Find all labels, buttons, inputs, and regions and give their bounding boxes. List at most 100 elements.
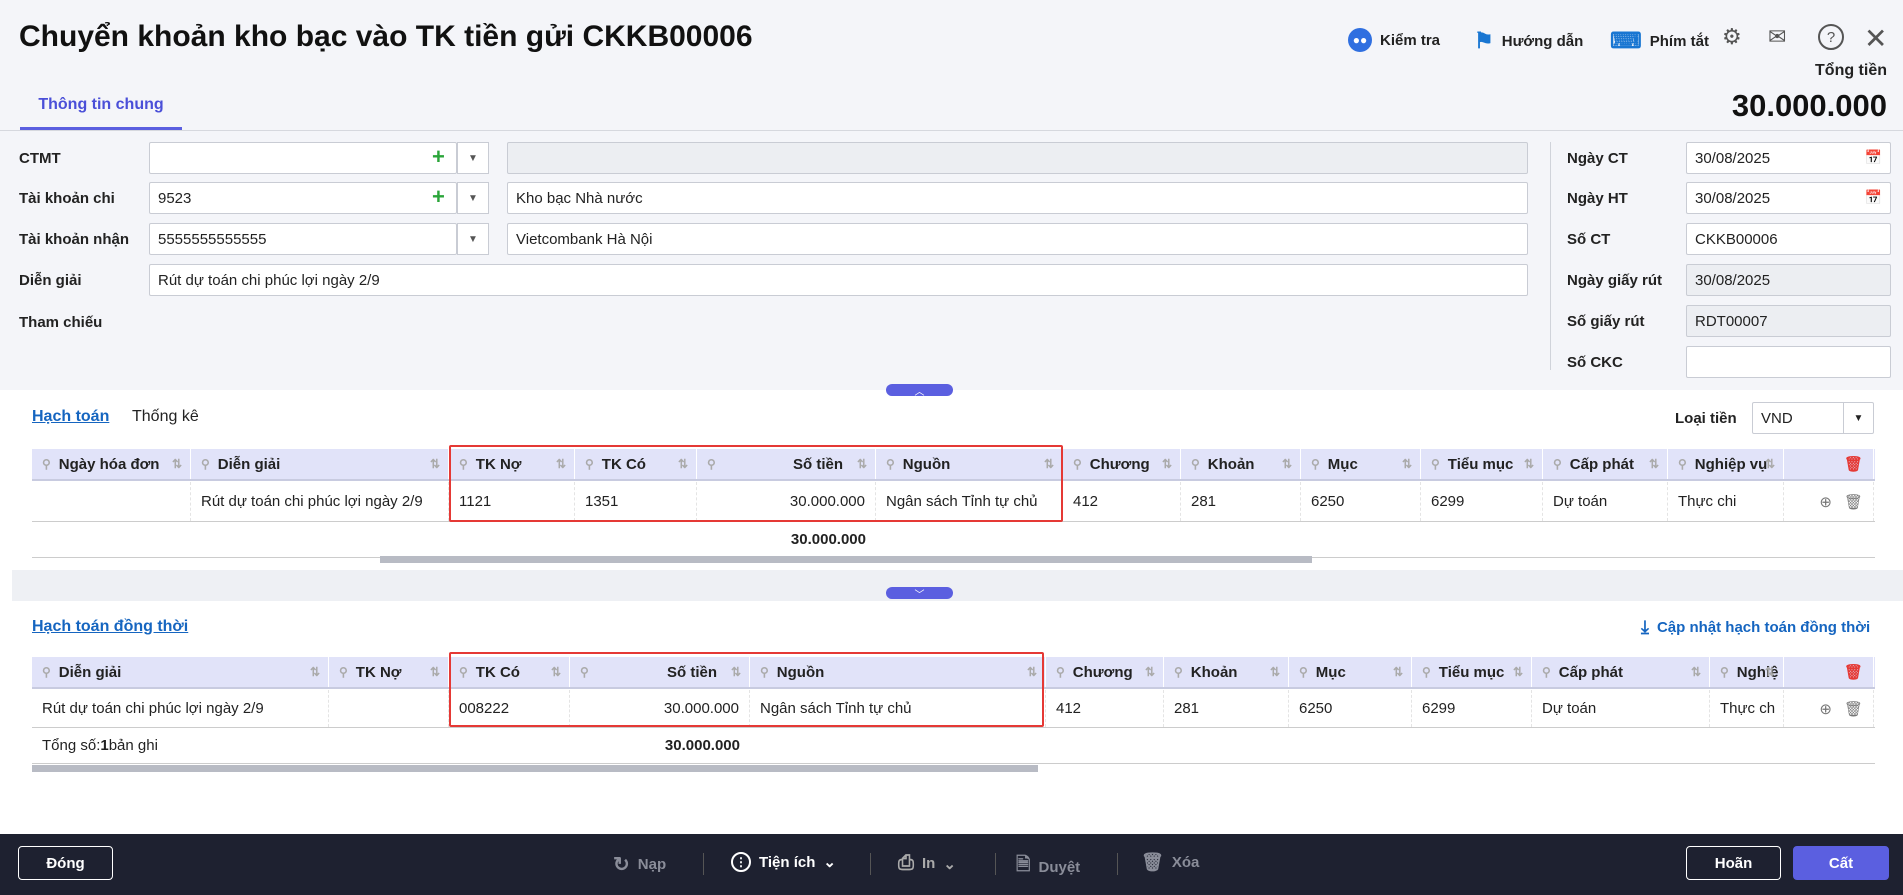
- approve-button[interactable]: 🗎 Duyệt: [1016, 852, 1080, 882]
- sort-icon[interactable]: ⇅: [1162, 457, 1172, 471]
- mail-forward-icon[interactable]: ✉: [1768, 24, 1786, 50]
- help-icon[interactable]: ?: [1818, 24, 1844, 50]
- column-header[interactable]: ⚲ Cấp phát ⇅: [1532, 657, 1710, 687]
- sort-icon[interactable]: ⇅: [1649, 457, 1659, 471]
- calendar-icon[interactable]: 📅: [1865, 189, 1882, 206]
- print-button[interactable]: ⎙ In ⌄: [898, 852, 956, 875]
- tab-thong-ke[interactable]: Thống kê: [132, 408, 199, 426]
- table-cell[interactable]: Dự toán: [1532, 690, 1710, 727]
- sort-icon[interactable]: ⇅: [1691, 665, 1701, 679]
- currency-select[interactable]: VND ▼: [1752, 402, 1874, 434]
- sort-icon[interactable]: ⇅: [1282, 457, 1292, 471]
- sort-icon[interactable]: ⇅: [1765, 665, 1775, 679]
- add-icon[interactable]: +: [432, 144, 445, 170]
- sort-icon[interactable]: ⇅: [1270, 665, 1280, 679]
- column-header[interactable]: ⚲ Diễn giải ⇅: [191, 449, 449, 479]
- reload-button[interactable]: ↻ Nạp: [613, 852, 666, 877]
- add-icon[interactable]: +: [432, 184, 445, 210]
- pin-icon[interactable]: ⚲: [1174, 665, 1183, 679]
- right-field-input[interactable]: [1686, 346, 1891, 378]
- right-field-input[interactable]: CKKB00006: [1686, 223, 1891, 255]
- dien-giai-input[interactable]: Rút dự toán chi phúc lợi ngày 2/9: [149, 264, 1528, 296]
- column-header[interactable]: ⚲ TK Nợ ⇅: [329, 657, 449, 687]
- table-cell[interactable]: Thực ch: [1710, 690, 1784, 727]
- guide-button[interactable]: ⚑ Hướng dẫn: [1474, 28, 1583, 54]
- trash-icon[interactable]: 🗑: [1844, 700, 1863, 718]
- add-row-icon[interactable]: ⊕: [1819, 700, 1832, 718]
- delete-all-icon[interactable]: 🗑: [1844, 455, 1863, 473]
- sort-icon[interactable]: ⇅: [1393, 665, 1403, 679]
- tk-chi-input[interactable]: 9523: [149, 182, 457, 214]
- pin-icon[interactable]: ⚲: [1073, 457, 1082, 471]
- pin-icon[interactable]: ⚲: [1191, 457, 1200, 471]
- pin-icon[interactable]: ⚲: [1678, 457, 1687, 471]
- ctmt-input[interactable]: [149, 142, 457, 174]
- check-button[interactable]: ●● Kiểm tra: [1348, 28, 1440, 52]
- table-cell[interactable]: [329, 690, 449, 727]
- tk-nhan-dropdown[interactable]: ▼: [457, 223, 489, 255]
- tk-chi-dropdown[interactable]: ▼: [457, 182, 489, 214]
- table-cell[interactable]: Thực chi: [1668, 482, 1784, 521]
- collapse-button[interactable]: ︿: [886, 384, 953, 398]
- shortcuts-button[interactable]: ⌨ Phím tắt: [1610, 28, 1709, 54]
- column-header[interactable]: ⚲ Ngày hóa đơn ⇅: [32, 449, 191, 479]
- column-header[interactable]: ⚲ Mục ⇅: [1301, 449, 1421, 479]
- right-field-input[interactable]: 30/08/2025 📅: [1686, 142, 1891, 174]
- ctmt-dropdown[interactable]: ▼: [457, 142, 489, 174]
- utilities-button[interactable]: ⋮ Tiện ích ⌄: [731, 852, 836, 872]
- sort-icon[interactable]: ⇅: [1402, 457, 1412, 471]
- table-cell[interactable]: 281: [1181, 482, 1301, 521]
- pin-icon[interactable]: ⚲: [339, 665, 348, 679]
- pin-icon[interactable]: ⚲: [1422, 665, 1431, 679]
- delete-button[interactable]: 🗑 Xóa: [1141, 852, 1199, 873]
- pin-icon[interactable]: ⚲: [1431, 457, 1440, 471]
- column-header[interactable]: ⚲ Chương ⇅: [1063, 449, 1181, 479]
- pin-icon[interactable]: ⚲: [42, 665, 51, 679]
- sort-icon[interactable]: ⇅: [430, 665, 440, 679]
- pin-icon[interactable]: ⚲: [1720, 665, 1729, 679]
- right-field-input[interactable]: 30/08/2025 📅: [1686, 182, 1891, 214]
- table-cell[interactable]: 281: [1164, 690, 1289, 727]
- table-cell[interactable]: 6299: [1412, 690, 1532, 727]
- tk-nhan-input[interactable]: 5555555555555: [149, 223, 457, 255]
- delete-all-icon[interactable]: 🗑: [1844, 663, 1863, 681]
- pin-icon[interactable]: ⚲: [1553, 457, 1562, 471]
- horizontal-scrollbar[interactable]: [380, 556, 1312, 563]
- sort-icon[interactable]: ⇅: [1145, 665, 1155, 679]
- table-cell[interactable]: 6299: [1421, 482, 1543, 521]
- add-row-icon[interactable]: ⊕: [1819, 493, 1832, 511]
- gear-icon[interactable]: ⚙: [1722, 24, 1742, 50]
- column-header[interactable]: ⚲ Nghiệp vụ ⇅: [1668, 449, 1784, 479]
- table-cell[interactable]: 6250: [1301, 482, 1421, 521]
- pin-icon[interactable]: ⚲: [1311, 457, 1320, 471]
- column-header[interactable]: ⚲ Khoản ⇅: [1181, 449, 1301, 479]
- table-cell[interactable]: Rút dự toán chi phúc lợi ngày 2/9: [191, 482, 449, 521]
- calendar-icon[interactable]: 📅: [1865, 149, 1882, 166]
- tk-chi-name[interactable]: Kho bạc Nhà nước: [507, 182, 1528, 214]
- column-header[interactable]: ⚲ Nghiệ ⇅: [1710, 657, 1784, 687]
- tab-hach-toan[interactable]: Hạch toán: [32, 408, 109, 426]
- chevron-down-icon[interactable]: ▼: [1843, 403, 1873, 433]
- pin-icon[interactable]: ⚲: [1299, 665, 1308, 679]
- table-cell[interactable]: 412: [1063, 482, 1181, 521]
- sort-icon[interactable]: ⇅: [310, 665, 320, 679]
- close-button[interactable]: Đóng: [18, 846, 113, 880]
- tab-general-info[interactable]: Thông tin chung: [20, 96, 182, 130]
- sort-icon[interactable]: ⇅: [430, 457, 440, 471]
- column-header[interactable]: ⚲ Tiểu mục ⇅: [1421, 449, 1543, 479]
- column-header[interactable]: ⚲ Cấp phát ⇅: [1543, 449, 1668, 479]
- sort-icon[interactable]: ⇅: [1513, 665, 1523, 679]
- table-cell[interactable]: Dự toán: [1543, 482, 1668, 521]
- pin-icon[interactable]: ⚲: [1056, 665, 1065, 679]
- column-header[interactable]: ⚲ Mục ⇅: [1289, 657, 1412, 687]
- table-cell[interactable]: 6250: [1289, 690, 1412, 727]
- defer-button[interactable]: Hoãn: [1686, 846, 1781, 880]
- pin-icon[interactable]: ⚲: [201, 457, 210, 471]
- update-link[interactable]: ⤓ Cập nhật hạch toán đồng thời: [1641, 617, 1870, 638]
- trash-icon[interactable]: 🗑: [1844, 493, 1863, 511]
- save-button[interactable]: Cất: [1793, 846, 1889, 880]
- sort-icon[interactable]: ⇅: [172, 457, 182, 471]
- column-header[interactable]: ⚲ Chương ⇅: [1046, 657, 1164, 687]
- table-cell[interactable]: Rút dự toán chi phúc lợi ngày 2/9: [32, 690, 329, 727]
- pin-icon[interactable]: ⚲: [42, 457, 51, 471]
